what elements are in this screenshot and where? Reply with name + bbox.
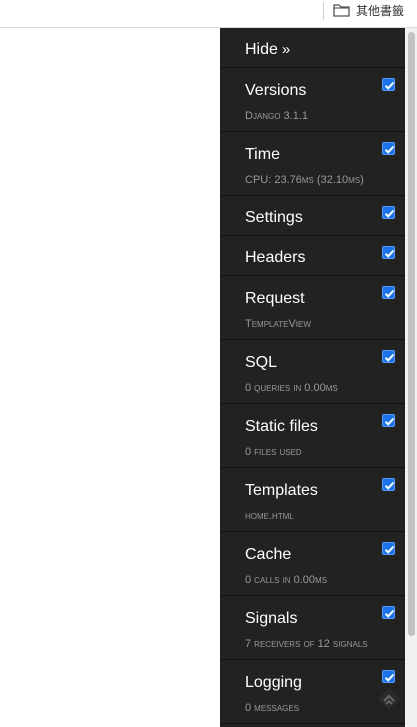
panel-title: Signals: [245, 610, 298, 627]
panel-title: Static files: [245, 418, 318, 435]
other-bookmarks-label: 其他書籤: [356, 3, 405, 18]
panel-item-templates[interactable]: Templates home.html: [220, 468, 405, 532]
panel-title: Cache: [245, 546, 292, 563]
panel-subtitle: home.html: [245, 510, 294, 522]
panel-toggle-checkbox[interactable]: [382, 78, 395, 91]
debug-toolbar-panel: Hide» Versions Django 3.1.1 Time CPU: 23.76…: [220, 28, 405, 727]
hide-toolbar-button[interactable]: Hide»: [220, 28, 405, 68]
django-logo-icon: [377, 687, 401, 716]
panel-item-cache[interactable]: Cache 0 calls in 0.00ms: [220, 532, 405, 596]
panel-title: Settings: [245, 209, 303, 226]
panel-subtitle: Django 3.1.1: [245, 110, 309, 122]
other-bookmarks-button[interactable]: 其他書籤: [333, 0, 404, 20]
panel-title: Templates: [245, 482, 318, 499]
bookmarks-bar: 其他書籤: [0, 0, 417, 28]
panel-title: Logging: [245, 674, 302, 691]
checkmark-icon: [384, 145, 395, 154]
scrollbar-thumb[interactable]: [408, 32, 415, 636]
checkmark-icon: [384, 81, 395, 90]
panel-title: Headers: [245, 249, 306, 266]
checkmark-icon: [384, 417, 395, 426]
panel-subtitle: 0 calls in 0.00ms: [245, 574, 328, 586]
checkmark-icon: [384, 353, 395, 362]
checkmark-icon: [384, 289, 395, 298]
panel-subtitle: 0 queries in 0.00ms: [245, 382, 338, 394]
checkmark-icon: [384, 673, 395, 682]
panel-title: Versions: [245, 82, 307, 99]
panel-toggle-checkbox[interactable]: [382, 350, 395, 363]
panel-subtitle: 0 files used: [245, 446, 302, 458]
panel-title: Time: [245, 146, 280, 163]
panel-list: Versions Django 3.1.1 Time CPU: 23.76ms (32…: [220, 68, 405, 724]
panel-subtitle: 7 receivers of 12 signals: [245, 638, 368, 650]
scrollbar[interactable]: [405, 28, 417, 727]
checkmark-icon: [384, 249, 395, 258]
panel-toggle-checkbox[interactable]: [382, 542, 395, 555]
checkmark-icon: [384, 481, 395, 490]
panel-toggle-checkbox[interactable]: [382, 286, 395, 299]
panel-subtitle: CPU: 23.76ms (32.10ms): [245, 174, 364, 186]
panel-item-signals[interactable]: Signals 7 receivers of 12 signals: [220, 596, 405, 660]
hide-label: Hide: [245, 41, 278, 58]
panel-toggle-checkbox[interactable]: [382, 606, 395, 619]
bookmarks-divider: [323, 2, 324, 20]
panel-item-sql[interactable]: SQL 0 queries in 0.00ms: [220, 340, 405, 404]
panel-toggle-checkbox[interactable]: [382, 414, 395, 427]
checkmark-icon: [384, 209, 395, 218]
hide-label-wrap: Hide»: [245, 41, 290, 59]
folder-icon: [333, 3, 350, 17]
checkmark-icon: [384, 545, 395, 554]
hide-chevron-icon: »: [281, 41, 291, 58]
panel-toggle-checkbox[interactable]: [382, 142, 395, 155]
panel-toggle-checkbox[interactable]: [382, 670, 395, 683]
panel-item-static-files[interactable]: Static files 0 files used: [220, 404, 405, 468]
panel-item-time[interactable]: Time CPU: 23.76ms (32.10ms): [220, 132, 405, 196]
panel-title: SQL: [245, 354, 278, 371]
panel-toggle-checkbox[interactable]: [382, 206, 395, 219]
panel-title: Request: [245, 290, 305, 307]
panel-item-settings[interactable]: Settings: [220, 196, 405, 236]
panel-subtitle: 0 messages: [245, 702, 300, 714]
panel-toggle-checkbox[interactable]: [382, 478, 395, 491]
panel-toggle-checkbox[interactable]: [382, 246, 395, 259]
checkmark-icon: [384, 609, 395, 618]
panel-subtitle: TemplateView: [245, 318, 311, 330]
panel-item-versions[interactable]: Versions Django 3.1.1: [220, 68, 405, 132]
panel-item-request[interactable]: Request TemplateView: [220, 276, 405, 340]
panel-item-headers[interactable]: Headers: [220, 236, 405, 276]
